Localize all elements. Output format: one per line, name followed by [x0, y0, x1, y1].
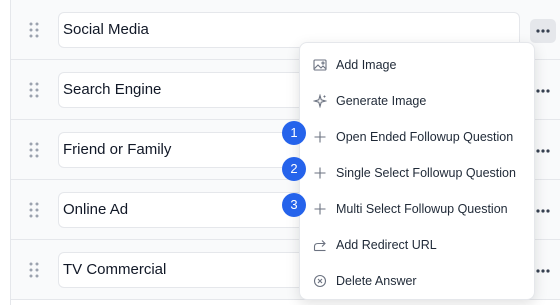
step-badge-3: 3 — [282, 193, 306, 217]
ellipsis-icon — [536, 29, 550, 33]
step-badge-1: 1 — [282, 121, 306, 145]
plus-icon — [312, 201, 328, 217]
plus-icon — [312, 129, 328, 145]
menu-item-label: Delete Answer — [336, 274, 417, 288]
menu-item-single-select-followup[interactable]: Single Select Followup Question — [300, 155, 534, 191]
menu-item-delete-answer[interactable]: Delete Answer — [300, 263, 534, 299]
menu-item-label: Open Ended Followup Question — [336, 130, 514, 144]
drag-handle-icon[interactable] — [28, 141, 40, 159]
menu-item-multi-select-followup[interactable]: Multi Select Followup Question — [300, 191, 534, 227]
step-badge-2: 2 — [282, 157, 306, 181]
drag-handle-icon[interactable] — [28, 21, 40, 39]
plus-icon — [312, 165, 328, 181]
menu-item-label: Generate Image — [336, 94, 427, 108]
menu-item-label: Single Select Followup Question — [336, 166, 516, 180]
menu-item-add-image[interactable]: Add Image — [300, 47, 534, 83]
menu-item-open-ended-followup[interactable]: Open Ended Followup Question — [300, 119, 534, 155]
drag-handle-icon[interactable] — [28, 201, 40, 219]
menu-item-generate-image[interactable]: Generate Image — [300, 83, 534, 119]
ellipsis-icon — [536, 209, 550, 213]
more-options-button[interactable] — [530, 19, 556, 43]
ellipsis-icon — [536, 269, 550, 273]
menu-item-add-redirect-url[interactable]: Add Redirect URL — [300, 227, 534, 263]
menu-item-label: Multi Select Followup Question — [336, 202, 508, 216]
answer-options-menu: Add Image Generate Image Open Ended Foll… — [299, 42, 535, 300]
drag-handle-icon[interactable] — [28, 81, 40, 99]
redirect-icon — [312, 237, 328, 253]
ellipsis-icon — [536, 149, 550, 153]
image-icon — [312, 57, 328, 73]
menu-item-label: Add Redirect URL — [336, 238, 437, 252]
ellipsis-icon — [536, 89, 550, 93]
menu-item-label: Add Image — [336, 58, 397, 72]
delete-circle-icon — [312, 273, 328, 289]
drag-handle-icon[interactable] — [28, 261, 40, 279]
sparkle-icon — [312, 93, 328, 109]
